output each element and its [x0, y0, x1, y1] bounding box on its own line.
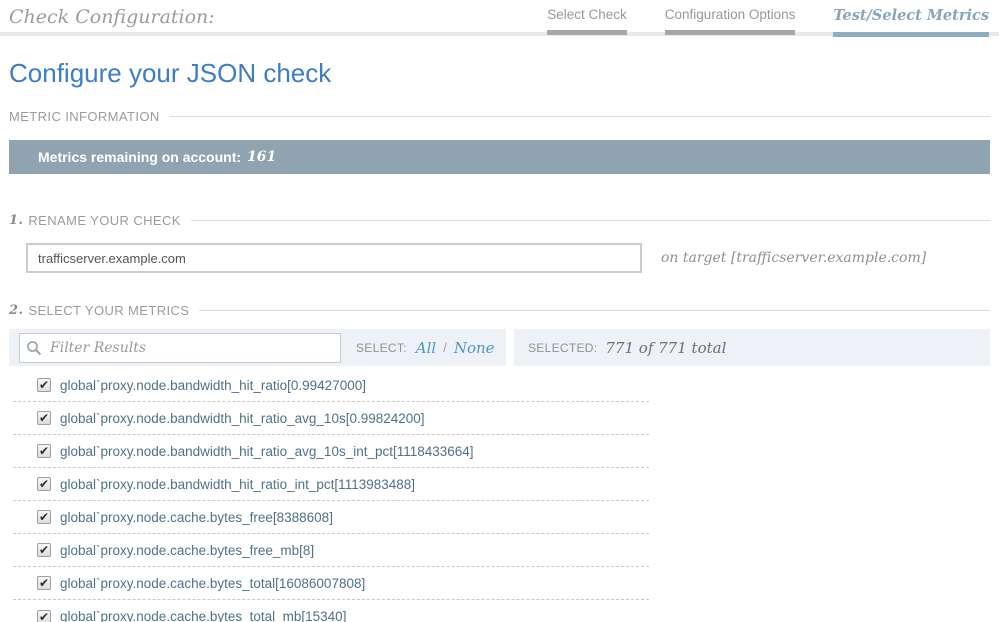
tab-configuration-options[interactable]: Configuration Options — [665, 7, 796, 37]
tab-select-check[interactable]: Select Check — [547, 7, 627, 37]
selected-count: 771 of 771 total — [605, 339, 726, 357]
tab-label: Configuration Options — [665, 7, 796, 22]
metric-checkbox[interactable]: ✔ — [37, 543, 51, 557]
metric-row: ✔ global`proxy.node.bandwidth_hit_ratio[… — [13, 369, 649, 402]
metric-checkbox[interactable]: ✔ — [37, 477, 51, 491]
section-label: RENAME YOUR CHECK — [28, 213, 180, 228]
tab-underline — [665, 30, 796, 35]
tab-underline — [833, 32, 989, 37]
metric-row: ✔ global`proxy.node.cache.bytes_free_mb[… — [13, 534, 649, 567]
metric-checkbox[interactable]: ✔ — [37, 444, 51, 458]
metric-row: ✔ global`proxy.node.bandwidth_hit_ratio_… — [13, 468, 649, 501]
metrics-remaining-banner: Metrics remaining on account: 161 — [9, 140, 990, 174]
metric-row: ✔ global`proxy.node.bandwidth_hit_ratio_… — [13, 435, 649, 468]
section-label: METRIC INFORMATION — [9, 109, 160, 124]
metric-row: ✔ global`proxy.node.bandwidth_hit_ratio_… — [13, 402, 649, 435]
tab-test-select-metrics[interactable]: Test/Select Metrics — [833, 7, 989, 37]
metric-checkbox[interactable]: ✔ — [37, 610, 51, 622]
metric-name: global`proxy.node.cache.bytes_total[1608… — [60, 576, 365, 591]
filter-results-input[interactable] — [19, 333, 341, 363]
metric-checkbox[interactable]: ✔ — [37, 411, 51, 425]
tab-label: Test/Select Metrics — [833, 7, 989, 24]
section-number: 1. — [9, 213, 23, 228]
section-label: SELECT YOUR METRICS — [28, 303, 189, 318]
select-all-link[interactable]: All — [416, 339, 436, 357]
rename-row: on target [trafficserver.example.com] — [9, 243, 990, 273]
banner-value: 161 — [247, 149, 276, 165]
target-note: on target [trafficserver.example.com] — [661, 250, 926, 266]
metric-row: ✔ global`proxy.node.cache.bytes_total_mb… — [13, 600, 649, 622]
select-separator: / — [443, 340, 447, 355]
filter-input-wrap — [19, 333, 341, 363]
section-rule — [199, 310, 990, 311]
metric-name: global`proxy.node.cache.bytes_free[83886… — [60, 510, 333, 525]
top-header: Check Configuration: Select Check Config… — [9, 0, 990, 36]
section-metric-information: METRIC INFORMATION — [9, 109, 990, 124]
section-number: 2. — [9, 303, 23, 318]
metric-list: ✔ global`proxy.node.bandwidth_hit_ratio[… — [13, 369, 649, 622]
filter-bar-left: SELECT: All / None — [9, 329, 506, 366]
page-heading: Check Configuration: — [9, 6, 215, 28]
metric-checkbox[interactable]: ✔ — [37, 576, 51, 590]
metric-checkbox[interactable]: ✔ — [37, 510, 51, 524]
filter-bar-right: SELECTED: 771 of 771 total — [514, 329, 990, 366]
banner-label: Metrics remaining on account: — [38, 149, 241, 165]
check-name-input[interactable] — [26, 243, 642, 273]
metric-checkbox[interactable]: ✔ — [37, 378, 51, 392]
tab-label: Select Check — [547, 7, 627, 22]
metric-name: global`proxy.node.cache.bytes_total_mb[1… — [60, 609, 346, 622]
filter-bar: SELECT: All / None SELECTED: 771 of 771 … — [9, 329, 990, 366]
section-rule — [191, 220, 990, 221]
metric-row: ✔ global`proxy.node.cache.bytes_free[838… — [13, 501, 649, 534]
section-rule — [170, 116, 990, 117]
section-rename-check: 1. RENAME YOUR CHECK — [9, 213, 990, 228]
metric-name: global`proxy.node.bandwidth_hit_ratio_av… — [60, 411, 425, 426]
metric-name: global`proxy.node.bandwidth_hit_ratio_in… — [60, 477, 415, 492]
section-select-metrics: 2. SELECT YOUR METRICS — [9, 303, 990, 318]
metric-name: global`proxy.node.cache.bytes_free_mb[8] — [60, 543, 314, 558]
search-icon — [26, 340, 42, 356]
select-none-link[interactable]: None — [454, 339, 495, 357]
tab-underline — [547, 30, 627, 35]
metric-name: global`proxy.node.bandwidth_hit_ratio_av… — [60, 444, 474, 459]
wizard-tabs: Select Check Configuration Options Test/… — [547, 7, 989, 37]
metric-row: ✔ global`proxy.node.cache.bytes_total[16… — [13, 567, 649, 600]
selected-label: SELECTED: — [528, 341, 597, 355]
select-label: SELECT: — [356, 341, 407, 355]
page-title: Configure your JSON check — [9, 58, 990, 89]
metric-name: global`proxy.node.bandwidth_hit_ratio[0.… — [60, 378, 366, 393]
